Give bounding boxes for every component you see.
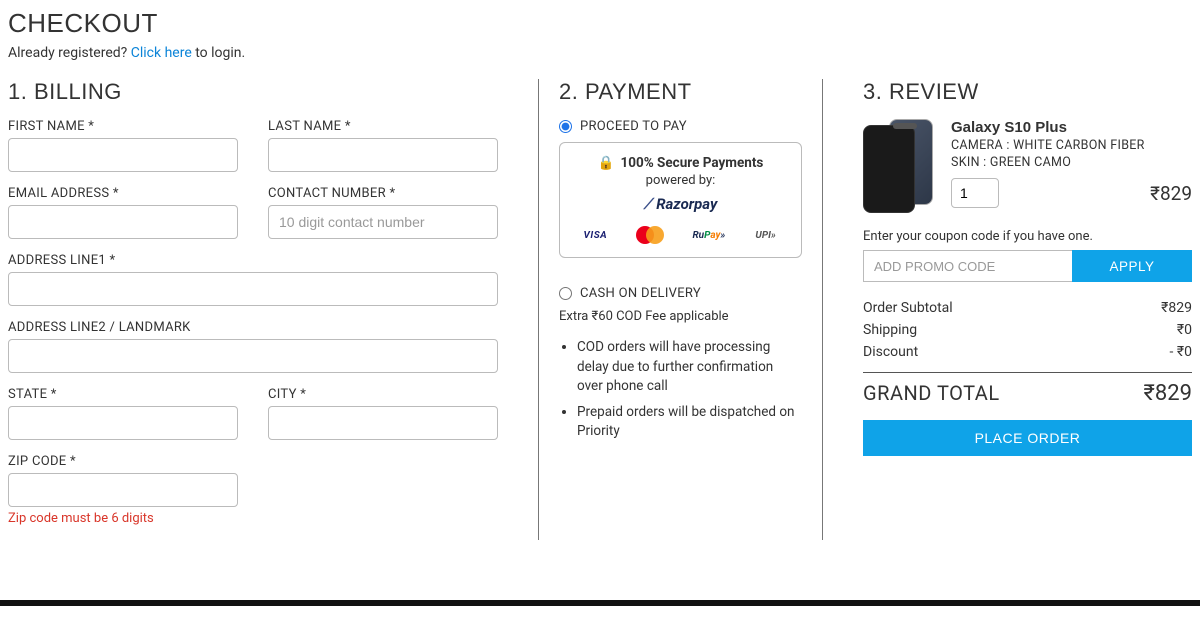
quantity-input[interactable] (951, 178, 999, 208)
subtotal-label: Order Subtotal (863, 300, 953, 316)
page-title: CHECKOUT (8, 8, 1192, 39)
review-title: 3. REVIEW (863, 79, 1192, 105)
proceed-radio[interactable] (559, 120, 572, 133)
first-name-input[interactable] (8, 138, 238, 172)
state-input[interactable] (8, 406, 238, 440)
grand-total-value: ₹829 (1144, 381, 1192, 406)
upi-icon: UPI» (740, 223, 791, 247)
cart-item: Galaxy S10 Plus CAMERA : WHITE CARBON FI… (863, 119, 1192, 211)
cod-radio[interactable] (559, 287, 572, 300)
payment-notes: COD orders will have processing delay du… (559, 338, 802, 442)
divider (863, 372, 1192, 373)
login-line: Already registered? Click here to login. (8, 45, 1192, 61)
discount-value: - ₹0 (1170, 344, 1192, 360)
first-name-label: FIRST NAME * (8, 119, 238, 134)
lock-icon: 🔒 (598, 155, 615, 171)
secure-payments-box: 🔒 100% Secure Payments powered by: ⟋Razo… (559, 142, 802, 258)
proceed-label: PROCEED TO PAY (580, 119, 687, 134)
note-item: COD orders will have processing delay du… (577, 338, 802, 397)
visa-icon: VISA (570, 223, 621, 247)
item-price: ₹829 (1150, 182, 1192, 205)
product-attr: CAMERA : WHITE CARBON FIBER (951, 138, 1192, 153)
addr1-input[interactable] (8, 272, 498, 306)
proceed-to-pay-option[interactable]: PROCEED TO PAY (559, 119, 802, 134)
login-prefix: Already registered? (8, 45, 131, 61)
login-suffix: to login. (192, 45, 245, 61)
email-input[interactable] (8, 205, 238, 239)
zip-error: Zip code must be 6 digits (8, 511, 238, 526)
contact-input[interactable] (268, 205, 498, 239)
email-label: EMAIL ADDRESS * (8, 186, 238, 201)
apply-button[interactable]: APPLY (1072, 250, 1192, 282)
city-input[interactable] (268, 406, 498, 440)
cod-note: Extra ₹60 COD Fee applicable (559, 309, 802, 324)
state-label: STATE * (8, 387, 238, 402)
zip-label: ZIP CODE * (8, 454, 238, 469)
zip-input[interactable] (8, 473, 238, 507)
addr1-label: ADDRESS LINE1 * (8, 253, 498, 268)
payment-logos: VISA RuPay» UPI» (570, 223, 791, 247)
shipping-label: Shipping (863, 322, 917, 338)
secure-title: 100% Secure Payments (620, 155, 763, 171)
contact-label: CONTACT NUMBER * (268, 186, 498, 201)
shipping-value: ₹0 (1177, 322, 1192, 338)
razorpay-logo: ⟋Razorpay (644, 195, 718, 213)
billing-section: 1. BILLING FIRST NAME * LAST NAME * EMAI… (8, 79, 538, 540)
addr2-label: ADDRESS LINE2 / LANDMARK (8, 320, 498, 335)
place-order-button[interactable]: PLACE ORDER (863, 420, 1192, 456)
cod-option[interactable]: CASH ON DELIVERY (559, 286, 802, 301)
product-name: Galaxy S10 Plus (951, 119, 1192, 136)
last-name-label: LAST NAME * (268, 119, 498, 134)
payment-section: 2. PAYMENT PROCEED TO PAY 🔒 100% Secure … (538, 79, 823, 540)
product-attr: SKIN : GREEN CAMO (951, 155, 1192, 170)
mastercard-icon (627, 223, 678, 247)
login-link[interactable]: Click here (131, 45, 192, 61)
secure-sub: powered by: (570, 173, 791, 188)
payment-title: 2. PAYMENT (559, 79, 802, 105)
discount-label: Discount (863, 344, 918, 360)
product-image (863, 119, 935, 211)
review-section: 3. REVIEW Galaxy S10 Plus CAMERA : WHITE… (823, 79, 1192, 540)
note-item: Prepaid orders will be dispatched on Pri… (577, 403, 802, 442)
rupay-icon: RuPay» (684, 223, 735, 247)
city-label: CITY * (268, 387, 498, 402)
addr2-input[interactable] (8, 339, 498, 373)
coupon-hint: Enter your coupon code if you have one. (863, 229, 1192, 244)
subtotal-value: ₹829 (1161, 300, 1192, 316)
billing-title: 1. BILLING (8, 79, 498, 105)
footer-bar (0, 600, 1200, 606)
cod-label: CASH ON DELIVERY (580, 286, 701, 301)
last-name-input[interactable] (268, 138, 498, 172)
coupon-input[interactable] (863, 250, 1072, 282)
grand-total-label: GRAND TOTAL (863, 381, 1000, 405)
